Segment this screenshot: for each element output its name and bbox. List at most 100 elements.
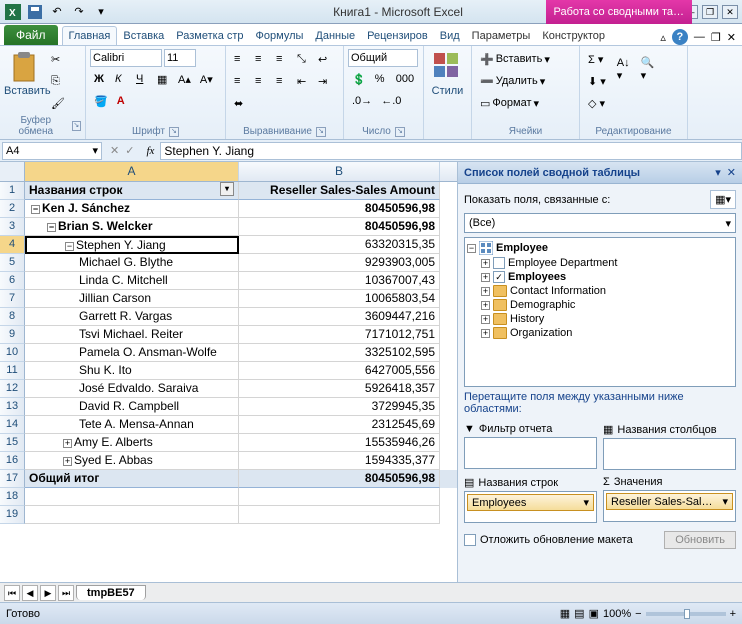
grand-total-value[interactable]: 80450596,98 <box>239 470 440 488</box>
tree-toggle[interactable]: + <box>481 301 490 310</box>
values-drop-area[interactable]: Reseller Sales-Sal…▾ <box>603 490 736 522</box>
tree-toggle[interactable]: + <box>481 329 490 338</box>
expand-toggle[interactable]: − <box>31 205 40 214</box>
copy-icon[interactable]: ⎘ <box>47 71 69 91</box>
pivot-value-cell[interactable]: 7171012,751 <box>239 326 440 344</box>
align-bot-icon[interactable]: ≡ <box>272 49 292 69</box>
pivot-row-label[interactable]: Pamela O. Ansman-Wolfe <box>25 344 239 362</box>
restore-button[interactable]: ❐ <box>702 5 718 19</box>
pivot-value-cell[interactable]: 80450596,98 <box>239 218 440 236</box>
tree-item[interactable]: − Employee <box>467 240 733 256</box>
italic-button[interactable]: К <box>111 69 131 89</box>
align-top-icon[interactable]: ≡ <box>230 49 250 69</box>
row-header[interactable]: 3 <box>0 218 25 236</box>
underline-button[interactable]: Ч <box>132 69 152 89</box>
inc-indent-icon[interactable]: ⇥ <box>314 71 334 91</box>
qat-dropdown-icon[interactable]: ▾ <box>92 3 110 21</box>
number-launcher[interactable]: ↘ <box>395 127 405 137</box>
tree-toggle[interactable]: + <box>481 273 490 282</box>
tree-item[interactable]: + ✓ Employees <box>467 270 733 284</box>
zoom-level[interactable]: 100% <box>603 608 631 620</box>
pivot-row-label[interactable]: −Stephen Y. Jiang <box>25 236 239 254</box>
pivot-value-cell[interactable]: 3729945,35 <box>239 398 440 416</box>
pivot-value-cell[interactable]: 5926418,357 <box>239 380 440 398</box>
view-break-icon[interactable]: ▣ <box>589 607 599 620</box>
align-left-icon[interactable]: ≡ <box>230 71 250 91</box>
tree-toggle[interactable]: + <box>481 259 490 268</box>
prev-sheet-icon[interactable]: ◀ <box>22 585 38 601</box>
field-checkbox[interactable]: ✓ <box>493 271 505 283</box>
autosum-icon[interactable]: Σ ▾ <box>584 49 610 69</box>
enter-formula-icon[interactable]: ✓ <box>125 144 134 157</box>
tree-item[interactable]: + Employee Department <box>467 256 733 270</box>
defer-checkbox[interactable]: Отложить обновление макета <box>464 534 633 546</box>
percent-icon[interactable]: % <box>371 69 391 89</box>
pivot-row-label[interactable]: Linda C. Mitchell <box>25 272 239 290</box>
border-button[interactable]: ▦ <box>153 69 173 89</box>
tab-view[interactable]: Вид <box>434 27 466 45</box>
pivot-row-label[interactable]: Michael G. Blythe <box>25 254 239 272</box>
field-tree[interactable]: − Employee + Employee Department + ✓ Emp… <box>464 237 736 387</box>
rows-drop-area[interactable]: Employees▾ <box>464 491 597 523</box>
tree-item[interactable]: + Contact Information <box>467 284 733 298</box>
view-layout-icon[interactable]: ▤ <box>574 607 584 620</box>
row-header[interactable]: 11 <box>0 362 25 380</box>
tab-home[interactable]: Главная <box>62 26 118 45</box>
field-checkbox[interactable] <box>493 257 505 269</box>
row-field-item[interactable]: Employees▾ <box>467 494 594 511</box>
currency-icon[interactable]: 💲 <box>348 69 370 89</box>
fill-color-button[interactable]: 🪣 <box>90 91 112 111</box>
row-header[interactable]: 14 <box>0 416 25 434</box>
expand-toggle[interactable]: − <box>47 223 56 232</box>
font-color-button[interactable]: A <box>113 91 133 111</box>
clear-icon[interactable]: ◇ ▾ <box>584 93 610 113</box>
tree-toggle[interactable]: − <box>467 244 476 253</box>
first-sheet-icon[interactable]: ⏮ <box>4 585 20 601</box>
help-icon[interactable]: ? <box>672 29 688 45</box>
pivot-value-cell[interactable]: 80450596,98 <box>239 200 440 218</box>
zoom-slider[interactable] <box>646 612 726 616</box>
column-header-b[interactable]: B <box>239 162 440 181</box>
name-box[interactable]: A4▾ <box>2 142 102 160</box>
align-right-icon[interactable]: ≡ <box>272 71 292 91</box>
format-cells-button[interactable]: ▭ Формат ▾ <box>476 93 543 113</box>
tab-options[interactable]: Параметры <box>466 27 537 45</box>
delete-cells-button[interactable]: ➖ Удалить ▾ <box>476 71 549 91</box>
next-sheet-icon[interactable]: ▶ <box>40 585 56 601</box>
row-header[interactable]: 9 <box>0 326 25 344</box>
row-header[interactable]: 10 <box>0 344 25 362</box>
doc-close-icon[interactable]: ✕ <box>727 31 736 44</box>
comma-icon[interactable]: 000 <box>392 69 418 89</box>
pivot-row-label[interactable]: Tete A. Mensa-Annan <box>25 416 239 434</box>
tab-data[interactable]: Данные <box>309 27 361 45</box>
file-tab[interactable]: Файл <box>4 25 58 45</box>
row-header[interactable]: 2 <box>0 200 25 218</box>
cancel-formula-icon[interactable]: ✕ <box>110 144 119 157</box>
close-button[interactable]: ✕ <box>722 5 738 19</box>
find-icon[interactable]: 🔍▾ <box>637 49 659 89</box>
pivot-value-cell[interactable]: 10065803,54 <box>239 290 440 308</box>
pivot-row-label[interactable]: +Syed E. Abbas <box>25 452 239 470</box>
row-header[interactable]: 15 <box>0 434 25 452</box>
sort-filter-icon[interactable]: A↓▾ <box>613 49 634 89</box>
minimize-ribbon-icon[interactable]: ▵ <box>660 31 666 44</box>
pivot-value-cell[interactable]: 63320315,35 <box>239 236 440 254</box>
align-mid-icon[interactable]: ≡ <box>251 49 271 69</box>
pivot-value-cell[interactable]: 3609447,216 <box>239 308 440 326</box>
row-header[interactable]: 4 <box>0 236 25 254</box>
columns-drop-area[interactable] <box>603 438 736 470</box>
pivot-row-label[interactable]: −Ken J. Sánchez <box>25 200 239 218</box>
dec-decimal-icon[interactable]: ←.0 <box>377 91 405 111</box>
styles-button[interactable]: Стили <box>428 49 467 97</box>
pivot-value-cell[interactable]: 10367007,43 <box>239 272 440 290</box>
pivot-row-label[interactable]: Jillian Carson <box>25 290 239 308</box>
pivot-value-cell[interactable]: 3325102,595 <box>239 344 440 362</box>
row-header[interactable]: 16 <box>0 452 25 470</box>
tab-formulas[interactable]: Формулы <box>250 27 310 45</box>
value-field-item[interactable]: Reseller Sales-Sal…▾ <box>606 493 733 510</box>
cut-icon[interactable]: ✂ <box>47 49 69 69</box>
row-header[interactable]: 8 <box>0 308 25 326</box>
save-icon[interactable] <box>26 3 44 21</box>
measure-group-combo[interactable]: (Все)▾ <box>464 213 736 233</box>
font-launcher[interactable]: ↘ <box>169 127 179 137</box>
